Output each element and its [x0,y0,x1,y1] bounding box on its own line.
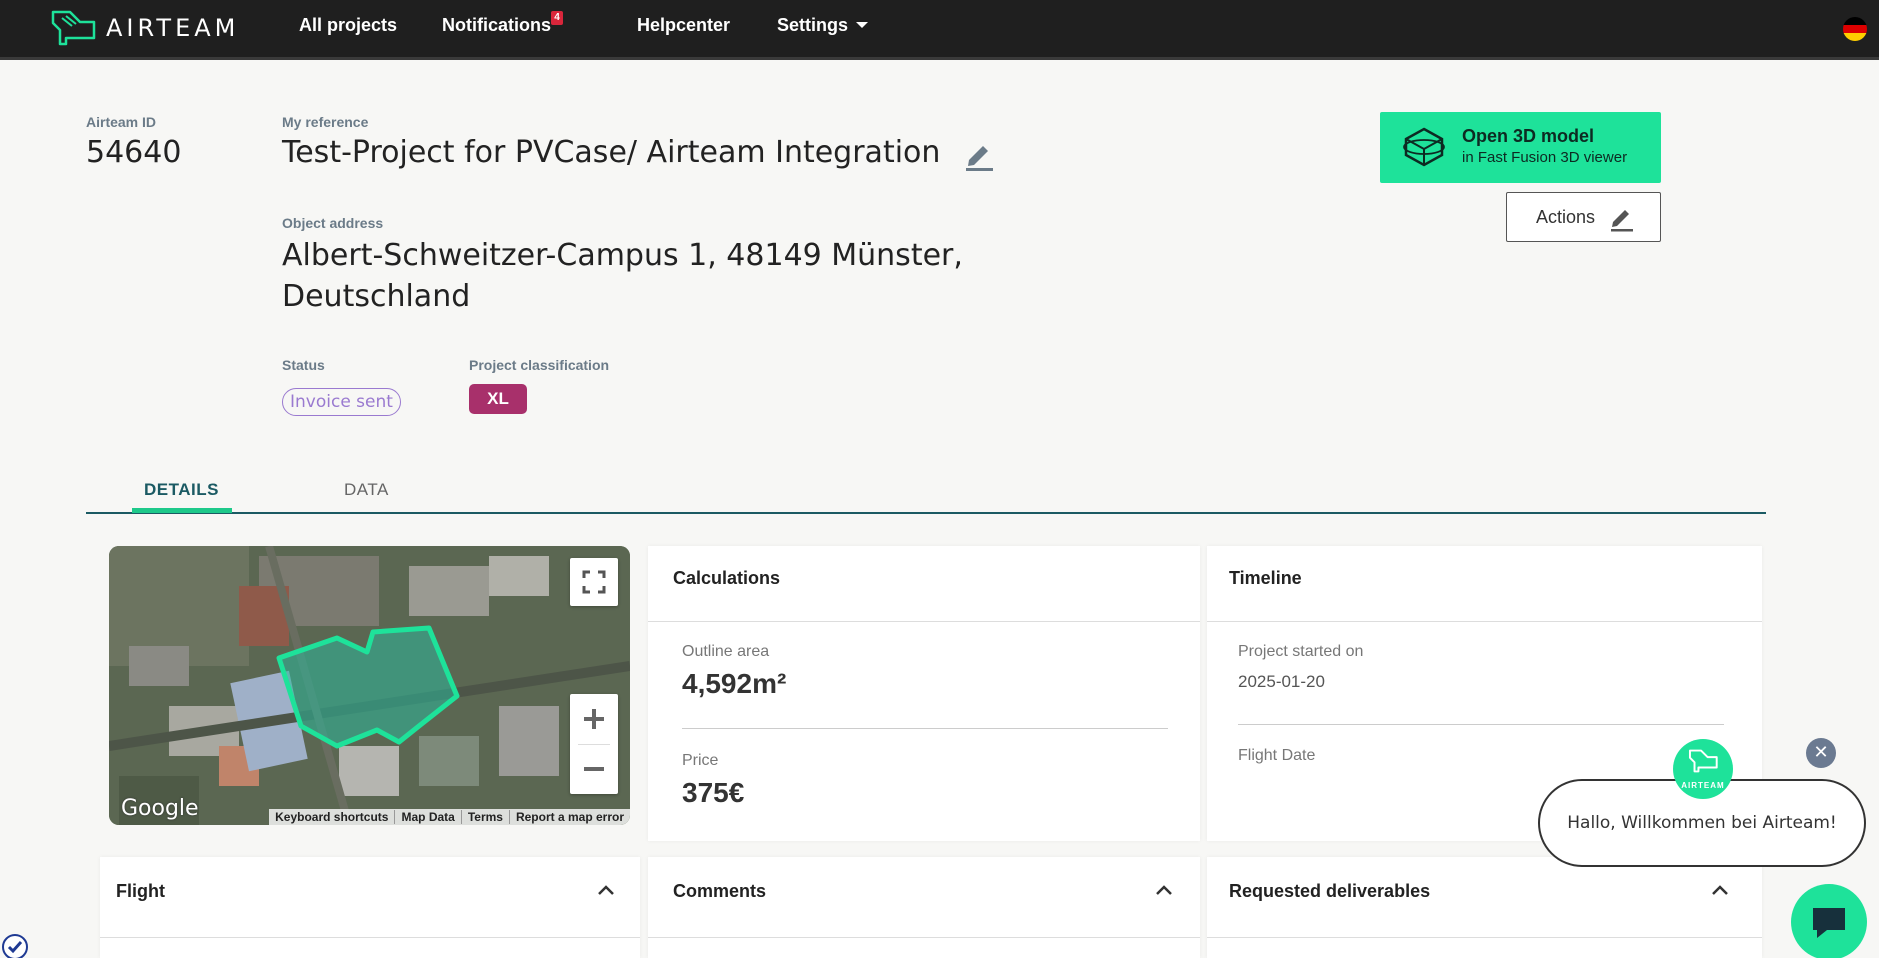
nav-all-projects[interactable]: All projects [299,15,397,36]
open-3d-title: Open 3D model [1462,126,1595,146]
requested-deliverables-title: Requested deliverables [1229,881,1431,901]
airteam-id-label: Airteam ID [86,114,157,130]
actions-button[interactable]: Actions [1506,192,1661,242]
comments-section[interactable]: Comments [648,857,1200,958]
card-divider [1207,621,1762,622]
card-divider [100,937,640,938]
active-tab-indicator [132,508,232,513]
chevron-up-icon[interactable] [1155,883,1173,897]
field-divider [682,728,1168,729]
project-started-value: 2025-01-20 [1238,672,1325,691]
chat-avatar-label: AIRTEAM [1681,781,1725,790]
project-map[interactable]: Google Keyboard shortcuts Map Data Terms… [109,546,630,825]
open-3d-model-button[interactable]: Open 3D model in Fast Fusion 3D viewer [1380,112,1661,183]
german-flag-icon[interactable] [1843,17,1867,41]
field-divider [1238,724,1724,725]
edit-reference-pencil-icon[interactable] [963,138,995,172]
flight-title: Flight [116,881,165,901]
comments-title: Comments [673,881,767,901]
fullscreen-button[interactable] [570,558,618,606]
chevron-up-icon[interactable] [1711,883,1729,897]
map-data-link[interactable]: Map Data [394,810,460,824]
map-attribution: Keyboard shortcuts Map Data Terms Report… [269,809,630,825]
nav-settings[interactable]: Settings [777,15,869,36]
airteam-logo-icon [51,10,96,46]
nav-settings-label: Settings [777,15,849,35]
flight-section[interactable]: Flight [100,857,640,958]
google-logo: Google [121,796,199,821]
chat-greeting-text: Hallo, Willkommen bei Airteam! [1567,813,1837,833]
airteam-id-value: 54640 [86,135,182,170]
zoom-in-button[interactable] [570,694,618,744]
zoom-out-button[interactable] [570,744,618,794]
keyboard-shortcuts-link[interactable]: Keyboard shortcuts [269,810,394,824]
chat-close-button[interactable]: ✕ [1806,738,1836,768]
open-3d-subtitle: in Fast Fusion 3D viewer [1462,149,1628,166]
minus-icon [584,767,604,771]
top-navbar: AIRTEAM All projects Notifications 4 Hel… [0,0,1879,60]
3d-model-icon [1403,127,1445,167]
classification-badge: XL [469,384,527,414]
nav-notifications[interactable]: Notifications 4 [442,11,564,36]
address-label: Object address [282,215,384,231]
satellite-imagery [109,546,630,825]
tabs-divider [86,512,1766,514]
card-divider [648,937,1200,938]
checkmark-badge-icon[interactable] [2,934,28,958]
notifications-count-badge: 4 [551,11,564,25]
fullscreen-icon [582,570,606,594]
tab-details[interactable]: DETAILS [144,480,219,500]
card-divider [1207,937,1762,938]
calculations-title: Calculations [673,568,781,588]
tab-data[interactable]: DATA [344,480,389,500]
classification-label: Project classification [469,357,610,373]
card-divider [648,621,1200,622]
brand-name: AIRTEAM [106,14,240,42]
airteam-logo[interactable]: AIRTEAM [50,8,239,48]
requested-deliverables-section[interactable]: Requested deliverables [1207,857,1762,958]
chat-avatar: AIRTEAM [1673,739,1733,799]
close-icon: ✕ [1813,742,1829,762]
actions-label: Actions [1536,207,1596,227]
project-started-label: Project started on [1238,643,1364,660]
flight-date-label: Flight Date [1238,747,1316,764]
report-map-error-link[interactable]: Report a map error [508,810,630,824]
price-label: Price [682,752,719,769]
chat-launcher-button[interactable] [1791,884,1867,958]
status-badge: Invoice sent [282,388,401,416]
airteam-logo-icon [1688,749,1718,773]
checkmark-icon [7,941,23,954]
timeline-title: Timeline [1229,568,1302,588]
chat-icon [1813,908,1845,938]
calculations-card: Calculations Outline area 4,592m² Price … [648,546,1200,841]
status-label: Status [282,357,325,373]
nav-helpcenter[interactable]: Helpcenter [637,15,730,36]
nav-notifications-label: Notifications [442,15,552,35]
outline-area-label: Outline area [682,643,770,660]
reference-label: My reference [282,114,369,130]
address-value: Albert-Schweitzer-Campus 1, 48149 Münste… [282,238,963,314]
plus-icon [584,709,604,729]
price-value: 375€ [682,777,745,808]
zoom-controls [570,694,618,794]
chevron-up-icon[interactable] [597,883,615,897]
terms-link[interactable]: Terms [460,810,509,824]
reference-value: Test-Project for PVCase/ Airteam Integra… [282,135,941,170]
pencil-icon [1611,210,1633,232]
outline-area-value: 4,592m² [682,668,787,699]
caret-down-icon [856,22,869,28]
